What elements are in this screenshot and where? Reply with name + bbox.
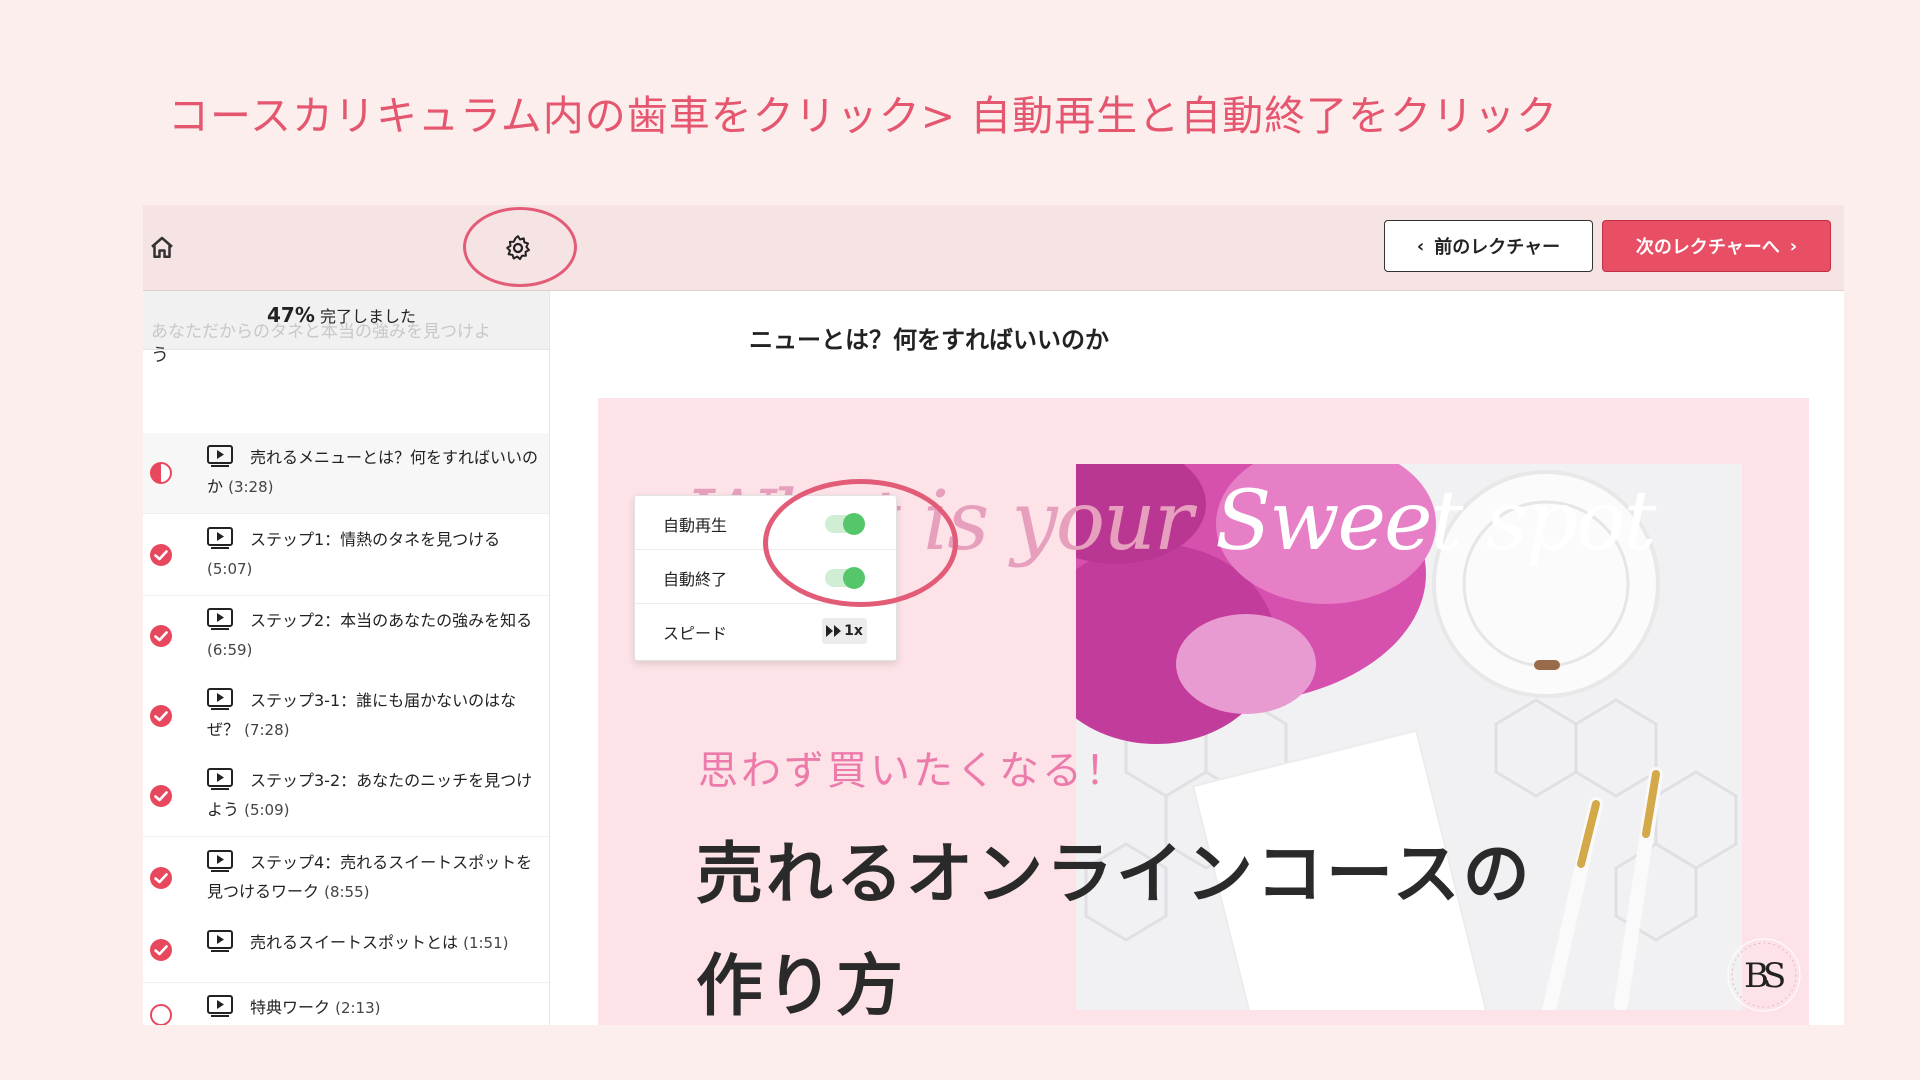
lecture-title-text: 売れるスイートスポットとは — [250, 933, 459, 952]
chevron-right-icon: › — [1789, 235, 1798, 257]
lecture-item[interactable]: 売れるメニューとは？何をすればいいのか (3:28) — [143, 433, 549, 514]
lecture-title-text: ステップ4：売れるスイートスポットを見つけるワーク — [207, 853, 533, 901]
lecture-duration: (1:51) — [463, 934, 509, 952]
lecture-duration: (3:28) — [228, 478, 274, 496]
check-circle-icon — [150, 705, 172, 727]
speed-row: スピード 1x — [635, 604, 896, 658]
progress-text: 47% 完了しました — [267, 303, 416, 327]
hero-title-line2: 作り方 — [696, 947, 906, 1025]
hero-subtitle: 思わず買いたくなる！ — [698, 748, 1128, 794]
speed-label: スピード — [663, 624, 728, 643]
empty-circle-icon — [150, 1004, 172, 1025]
lecture-item[interactable]: 売れるスイートスポットとは (1:51) — [143, 918, 549, 983]
lecture-title: ステップ3-2：あなたのニッチを見つけよう (5:09) — [207, 766, 545, 825]
lecture-duration: (5:09) — [244, 801, 290, 819]
lecture-item[interactable]: 特典ワーク (2:13) — [143, 983, 549, 1025]
lecture-item[interactable]: ステップ2：本当のあなたの強みを知る (6:59) — [143, 596, 549, 677]
lecture-title-text: 特典ワーク — [250, 998, 331, 1017]
home-button[interactable] — [147, 233, 177, 263]
lesson-hero-image: What is your Sweet spot 思わず買いたくなる！ 売れるオン… — [598, 398, 1809, 1025]
next-lecture-button[interactable]: 次のレクチャーへ › — [1602, 220, 1831, 272]
lecture-duration: (2:13) — [335, 999, 381, 1017]
lecture-item[interactable]: ステップ1：情熱のタネを見つける (5:07) — [143, 515, 549, 596]
speed-value: 1x — [844, 623, 863, 639]
progress-label: 完了しました — [319, 307, 416, 326]
section-title-wrap: う — [151, 345, 169, 366]
progress-percent: 47% — [267, 303, 315, 327]
previous-lecture-label: 前のレクチャー — [1434, 237, 1561, 258]
check-circle-icon — [150, 625, 172, 647]
check-circle-icon — [150, 785, 172, 807]
instruction-caption: コースカリキュラム内の歯車をクリック> 自動再生と自動終了をクリック — [168, 92, 1559, 140]
course-topbar: ‹ 前のレクチャー 次のレクチャーへ › — [143, 205, 1844, 291]
lecture-title: ステップ3-1：誰にも届かないのはなぜ？ (7:28) — [207, 686, 545, 745]
lecture-title: 特典ワーク (2:13) — [207, 993, 545, 1023]
half-circle-icon — [150, 462, 172, 484]
check-circle-icon — [150, 544, 172, 566]
speed-button[interactable]: 1x — [822, 618, 867, 644]
lecture-duration: (7:28) — [244, 721, 290, 739]
chevron-left-icon: ‹ — [1416, 235, 1425, 257]
toggle-highlight-annotation — [763, 479, 958, 607]
lecture-title-text: ステップ1：情熱のタネを見つける — [250, 530, 501, 549]
fast-forward-icon — [826, 625, 842, 637]
autoplay-label: 自動再生 — [663, 516, 728, 535]
lecture-title: 売れるメニューとは？何をすればいいのか (3:28) — [207, 443, 545, 502]
course-player-screenshot: ‹ 前のレクチャー 次のレクチャーへ › あなただからのタネと本当の強みを見つけ… — [143, 205, 1844, 1025]
lecture-item[interactable]: ステップ3-2：あなたのニッチを見つけよう (5:09) — [143, 756, 549, 837]
lecture-title: ステップ4：売れるスイートスポットを見つけるワーク (8:55) — [207, 848, 545, 907]
lecture-duration: (5:07) — [207, 560, 253, 578]
hero-title: 売れるオンラインコースの 作り方 — [696, 818, 1533, 1025]
lecture-title: 売れるスイートスポットとは (1:51) — [207, 928, 545, 958]
gear-highlight-annotation — [463, 207, 577, 287]
lecture-title: ステップ2：本当のあなたの強みを知る (6:59) — [207, 606, 545, 665]
lesson-title: ニューとは？何をすればいいのか — [749, 326, 1109, 354]
lecture-item[interactable]: ステップ4：売れるスイートスポットを見つけるワーク (8:55) — [143, 838, 549, 919]
hero-title-line1: 売れるオンラインコースの — [696, 835, 1533, 913]
home-icon — [151, 236, 173, 258]
autocomplete-label: 自動終了 — [663, 570, 728, 589]
curriculum-sidebar: あなただからのタネと本当の強みを見つけよ 47% 完了しました う 売れるメニュ… — [143, 291, 550, 1025]
check-circle-icon — [150, 939, 172, 961]
script-part-white: Sweet spot — [1215, 474, 1656, 569]
check-circle-icon — [150, 867, 172, 889]
lecture-duration: (6:59) — [207, 641, 253, 659]
lecture-duration: (8:55) — [324, 883, 370, 901]
lecture-title: ステップ1：情熱のタネを見つける (5:07) — [207, 525, 545, 584]
lecture-title-text: ステップ2：本当のあなたの強みを知る — [250, 611, 533, 630]
next-lecture-label: 次のレクチャーへ — [1635, 237, 1780, 258]
progress-header: あなただからのタネと本当の強みを見つけよ 47% 完了しました — [143, 291, 549, 350]
previous-lecture-button[interactable]: ‹ 前のレクチャー — [1384, 220, 1593, 272]
brand-logo-text: BS — [1744, 956, 1786, 996]
lecture-item[interactable]: ステップ3-1：誰にも届かないのはなぜ？ (7:28) — [143, 676, 549, 757]
